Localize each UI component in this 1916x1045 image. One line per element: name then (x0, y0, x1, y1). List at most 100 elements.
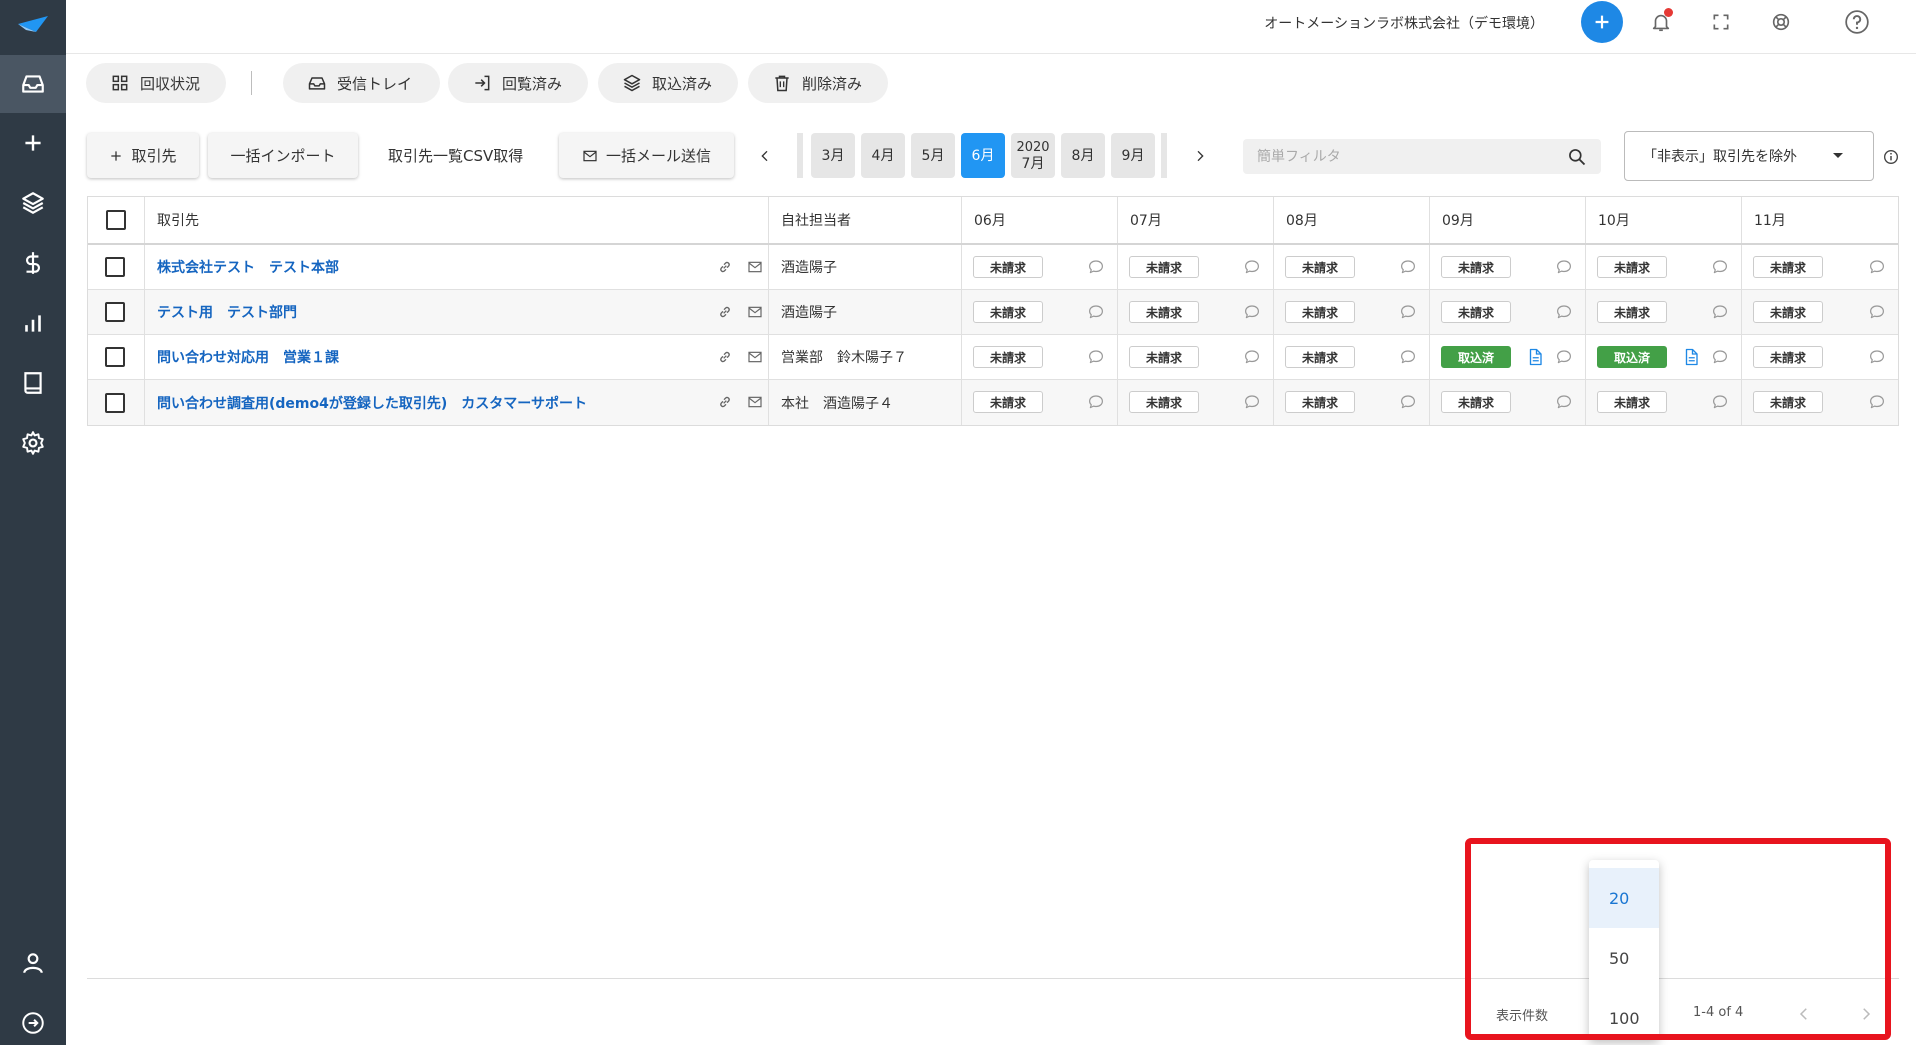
month-chip-sep[interactable]: 9月 (1111, 133, 1155, 178)
document-icon[interactable] (1682, 347, 1700, 367)
status-badge[interactable]: 未請求 (973, 346, 1043, 368)
mail-icon[interactable] (747, 304, 763, 320)
status-badge[interactable]: 未請求 (1597, 301, 1667, 323)
comment-icon[interactable] (1711, 393, 1729, 411)
status-badge[interactable]: 取込済 (1441, 346, 1511, 368)
search-icon[interactable] (1567, 147, 1587, 167)
status-badge[interactable]: 未請求 (1129, 346, 1199, 368)
comment-icon[interactable] (1399, 348, 1417, 366)
fullscreen-button[interactable] (1707, 8, 1735, 36)
comment-icon[interactable] (1555, 303, 1573, 321)
row-checkbox[interactable] (105, 302, 125, 322)
header-client[interactable]: 取引先 (145, 197, 769, 243)
comment-icon[interactable] (1243, 348, 1261, 366)
status-badge[interactable]: 未請求 (1285, 301, 1355, 323)
link-icon[interactable] (717, 394, 733, 410)
mail-icon[interactable] (747, 259, 763, 275)
row-checkbox[interactable] (105, 347, 125, 367)
status-badge[interactable]: 未請求 (1597, 391, 1667, 413)
status-badge[interactable]: 未請求 (973, 391, 1043, 413)
month-next-button[interactable] (1190, 144, 1210, 168)
client-link[interactable]: 株式会社テスト テスト本部 (145, 257, 339, 277)
status-badge[interactable]: 未請求 (1753, 301, 1823, 323)
sidebar-item-book[interactable] (0, 354, 66, 412)
comment-icon[interactable] (1555, 258, 1573, 276)
status-badge[interactable]: 未請求 (1597, 256, 1667, 278)
comment-icon[interactable] (1555, 348, 1573, 366)
sidebar-item-reports[interactable] (0, 294, 66, 352)
comment-icon[interactable] (1868, 303, 1886, 321)
exclude-hidden-select[interactable]: 「非表示」取引先を除外 (1624, 131, 1874, 181)
status-badge[interactable]: 未請求 (1129, 301, 1199, 323)
app-logo-icon[interactable] (14, 10, 52, 42)
status-badge[interactable]: 取込済 (1597, 346, 1667, 368)
sidebar-item-add[interactable] (0, 114, 66, 172)
comment-icon[interactable] (1399, 258, 1417, 276)
status-badge[interactable]: 未請求 (1753, 391, 1823, 413)
comment-icon[interactable] (1087, 348, 1105, 366)
tab-imported[interactable]: 取込済み (598, 63, 738, 103)
status-badge[interactable]: 未請求 (1129, 391, 1199, 413)
help-button[interactable] (1843, 8, 1871, 36)
tab-inbox[interactable]: 受信トレイ (283, 63, 440, 103)
comment-icon[interactable] (1243, 303, 1261, 321)
sidebar-item-logout[interactable] (0, 994, 66, 1045)
comment-icon[interactable] (1087, 303, 1105, 321)
status-badge[interactable]: 未請求 (1753, 346, 1823, 368)
mail-icon[interactable] (747, 394, 763, 410)
tab-collection-status[interactable]: 回収状況 (86, 63, 226, 103)
status-badge[interactable]: 未請求 (973, 256, 1043, 278)
status-badge[interactable]: 未請求 (973, 301, 1043, 323)
comment-icon[interactable] (1243, 258, 1261, 276)
comment-icon[interactable] (1399, 303, 1417, 321)
comment-icon[interactable] (1711, 348, 1729, 366)
status-badge[interactable]: 未請求 (1285, 256, 1355, 278)
status-badge[interactable]: 未請求 (1285, 391, 1355, 413)
sidebar-item-inbox[interactable] (0, 55, 66, 113)
status-badge[interactable]: 未請求 (1441, 301, 1511, 323)
filter-input[interactable] (1257, 139, 1557, 174)
sidebar-item-billing[interactable] (0, 234, 66, 292)
status-badge[interactable]: 未請求 (1441, 391, 1511, 413)
link-icon[interactable] (717, 349, 733, 365)
comment-icon[interactable] (1868, 258, 1886, 276)
client-link[interactable]: テスト用 テスト部門 (145, 302, 297, 322)
month-chip-aug[interactable]: 8月 (1061, 133, 1105, 178)
comment-icon[interactable] (1711, 258, 1729, 276)
row-checkbox[interactable] (105, 257, 125, 277)
comment-icon[interactable] (1399, 393, 1417, 411)
csv-export-button[interactable]: 取引先一覧CSV取得 (388, 133, 523, 178)
notification-button[interactable] (1647, 8, 1675, 36)
month-chip-jul[interactable]: 2020 7月 (1011, 133, 1055, 178)
month-chip-mar[interactable]: 3月 (811, 133, 855, 178)
month-prev-button[interactable] (755, 144, 775, 168)
month-chip-jun-selected[interactable]: 6月 (961, 133, 1005, 178)
document-icon[interactable] (1526, 347, 1544, 367)
comment-icon[interactable] (1087, 258, 1105, 276)
sidebar-item-account[interactable] (0, 934, 66, 992)
month-chip-may[interactable]: 5月 (911, 133, 955, 178)
comment-icon[interactable] (1868, 393, 1886, 411)
link-icon[interactable] (717, 259, 733, 275)
tab-deleted[interactable]: 削除済み (748, 63, 888, 103)
header-staff[interactable]: 自社担当者 (769, 197, 962, 243)
status-badge[interactable]: 未請求 (1129, 256, 1199, 278)
client-link[interactable]: 問い合わせ対応用 営業１課 (145, 347, 339, 367)
create-button[interactable] (1581, 1, 1623, 43)
sidebar-item-layers[interactable] (0, 174, 66, 232)
comment-icon[interactable] (1868, 348, 1886, 366)
info-icon[interactable] (1883, 149, 1899, 165)
month-chip-apr[interactable]: 4月 (861, 133, 905, 178)
select-all-checkbox[interactable] (106, 210, 126, 230)
status-badge[interactable]: 未請求 (1285, 346, 1355, 368)
tab-circulated[interactable]: 回覧済み (448, 63, 588, 103)
bulk-mail-button[interactable]: 一括メール送信 (559, 133, 734, 178)
comment-icon[interactable] (1243, 393, 1261, 411)
link-icon[interactable] (717, 304, 733, 320)
add-client-button[interactable]: 取引先 (87, 133, 199, 178)
bulk-import-button[interactable]: 一括インポート (208, 133, 358, 178)
status-badge[interactable]: 未請求 (1441, 256, 1511, 278)
row-checkbox[interactable] (105, 392, 125, 413)
sidebar-item-settings[interactable] (0, 414, 66, 472)
client-link[interactable]: 問い合わせ調査用(demo4が登録した取引先) カスタマーサポート (145, 393, 587, 413)
